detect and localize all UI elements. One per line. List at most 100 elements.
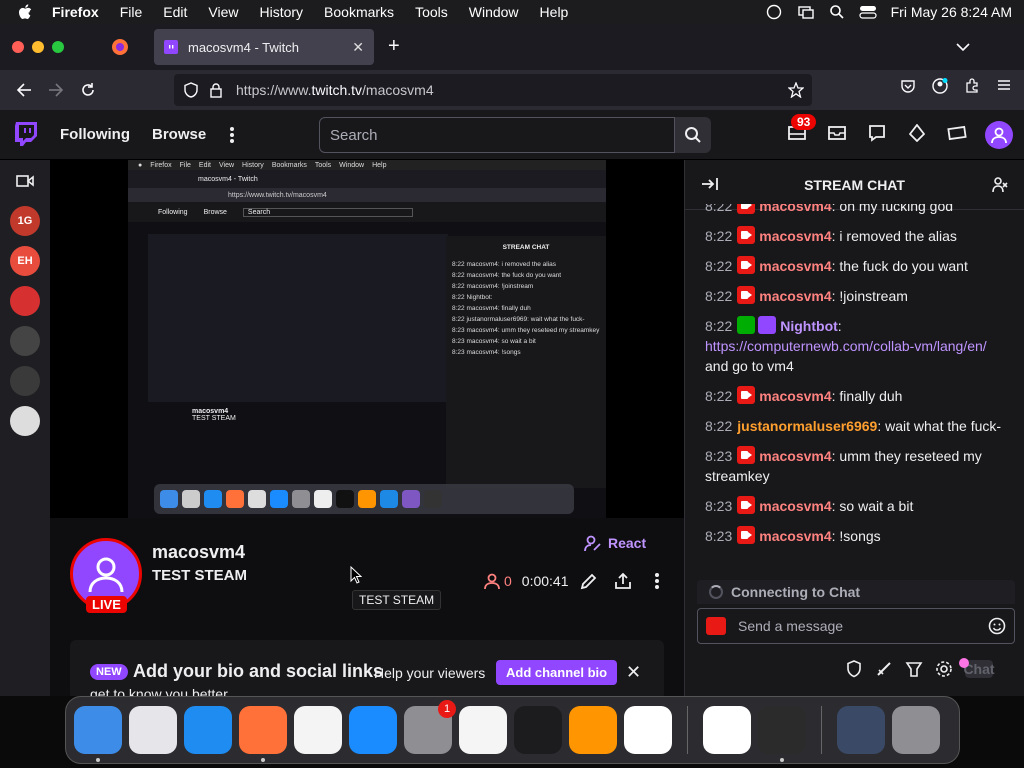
chat-username[interactable]: macosvm4 [759,388,831,404]
new-tab-button[interactable]: + [388,36,400,56]
chat-username[interactable]: macosvm4 [759,228,831,244]
following-link[interactable]: Following [60,126,130,143]
chat-username[interactable]: macosvm4 [759,498,831,514]
search-button[interactable] [675,117,711,153]
mod-sword-icon[interactable] [875,660,893,678]
launchpad-icon[interactable] [129,706,177,754]
broadcaster-badge-icon[interactable] [737,256,756,274]
bits-icon[interactable] [907,123,927,143]
add-channel-bio-button[interactable]: Add channel bio [496,660,618,685]
account-icon[interactable] [932,78,948,94]
zoom-window-button[interactable] [52,41,64,53]
apple-icon[interactable] [18,4,38,20]
video-player[interactable]: ● Firefox File Edit View History Bookmarks Tool… [50,160,684,518]
extensions-icon[interactable] [964,78,980,94]
pinned-tab-firefox[interactable] [110,37,130,57]
menubar-clock[interactable]: Fri May 26 8:24 AM [891,4,1012,20]
broadcaster-badge-icon[interactable] [737,526,756,544]
close-tab-icon[interactable]: ✕ [352,39,364,56]
menu-window[interactable]: Window [469,4,519,20]
url-bar[interactable]: https://www.twitch.tv/macosvm4 [174,74,812,106]
system-settings-icon[interactable]: 1 [404,700,456,754]
chat-link[interactable]: https://computernewb.com/collab-vm/lang/… [705,338,987,354]
user-avatar[interactable] [985,121,1013,149]
pocket-icon[interactable] [900,78,916,94]
tracking-protection-shield-icon[interactable] [184,82,198,98]
edit-pencil-icon[interactable] [580,572,598,590]
forward-button[interactable] [40,74,72,106]
verified-bot-badge-icon[interactable] [758,316,777,334]
broadcaster-badge-icon[interactable] [737,386,756,404]
trash-icon[interactable] [892,706,940,754]
community-users-icon[interactable] [992,177,1010,193]
channel-name[interactable]: macosvm4 [152,542,245,563]
broadcaster-badge-icon[interactable] [737,204,756,214]
visual-studio-icon[interactable] [703,706,751,754]
hamburger-menu-icon[interactable] [996,78,1012,94]
mod-shield-icon[interactable] [845,660,863,678]
reload-button[interactable] [72,74,104,106]
downloads-stack-icon[interactable] [837,706,885,754]
collapse-chat-icon[interactable] [701,177,719,191]
menu-file[interactable]: File [120,4,143,20]
search-input[interactable]: Search [319,117,675,153]
menu-help[interactable]: Help [540,4,569,20]
vscode-icon[interactable] [624,706,672,754]
tab-list-chevron-icon[interactable] [956,39,970,57]
minimize-window-button[interactable] [32,41,44,53]
menu-view[interactable]: View [208,4,238,20]
chrome-icon[interactable] [294,706,342,754]
sidebar-channel-4[interactable] [10,326,40,356]
react-button[interactable]: React [584,534,646,552]
sidebar-channel-1g[interactable]: 1G [10,206,40,236]
terminal-icon[interactable] [514,706,562,754]
broadcaster-badge-icon[interactable] [737,286,756,304]
inbox-icon[interactable] [827,123,847,143]
followed-channels-camera-icon[interactable] [10,166,40,196]
more-options-icon[interactable] [230,126,235,143]
broadcaster-badge-icon[interactable] [737,446,756,464]
firefox-icon[interactable] [239,706,287,762]
chat-username[interactable]: macosvm4 [759,528,831,544]
moderator-badge-icon[interactable] [737,316,756,334]
notifications-icon[interactable]: 93 [787,114,817,143]
creative-cloud-icon[interactable] [765,4,783,20]
back-button[interactable] [8,74,40,106]
chat-username[interactable]: macosvm4 [759,204,831,214]
more-options-icon[interactable] [648,572,666,590]
menu-history[interactable]: History [259,4,303,20]
menu-edit[interactable]: Edit [163,4,187,20]
sidebar-channel-eh[interactable]: EH [10,246,40,276]
close-window-button[interactable] [12,41,24,53]
share-icon[interactable] [614,572,632,590]
url-text[interactable]: https://www.twitch.tv/macosvm4 [236,82,434,98]
bookmark-star-icon[interactable] [788,82,804,98]
textedit-icon[interactable] [459,706,507,754]
chat-username[interactable]: macosvm4 [759,288,831,304]
screen-mirroring-icon[interactable] [797,4,815,20]
chat-username[interactable]: macosvm4 [759,448,831,464]
finder-icon[interactable] [74,706,122,762]
tab-twitch[interactable]: macosvm4 - Twitch ✕ [154,29,374,65]
chat-input[interactable]: Send a message [697,608,1015,644]
menu-tools[interactable]: Tools [415,4,448,20]
chat-username[interactable]: justanormaluser6969 [737,418,877,434]
garageband-icon[interactable] [569,706,617,754]
broadcaster-badge-icon[interactable] [737,226,756,244]
chat-username[interactable]: macosvm4 [759,258,831,274]
predictions-icon[interactable] [905,660,923,678]
menu-app-name[interactable]: Firefox [52,4,99,20]
sidebar-channel-5[interactable] [10,366,40,396]
browse-link[interactable]: Browse [152,126,206,143]
chat-username[interactable]: Nightbot [780,318,838,334]
app-store-icon[interactable] [349,706,397,754]
safari-icon[interactable] [184,706,232,754]
whispers-icon[interactable] [867,123,887,143]
lock-icon[interactable] [210,82,222,98]
emote-picker-icon[interactable] [988,617,1006,635]
sidebar-channel-3[interactable] [10,286,40,316]
chat-settings-gear-icon[interactable] [935,660,953,678]
broadcaster-badge-icon[interactable] [737,496,756,514]
close-icon[interactable]: ✕ [626,662,641,683]
chat-send-button[interactable]: Chat [959,658,995,678]
